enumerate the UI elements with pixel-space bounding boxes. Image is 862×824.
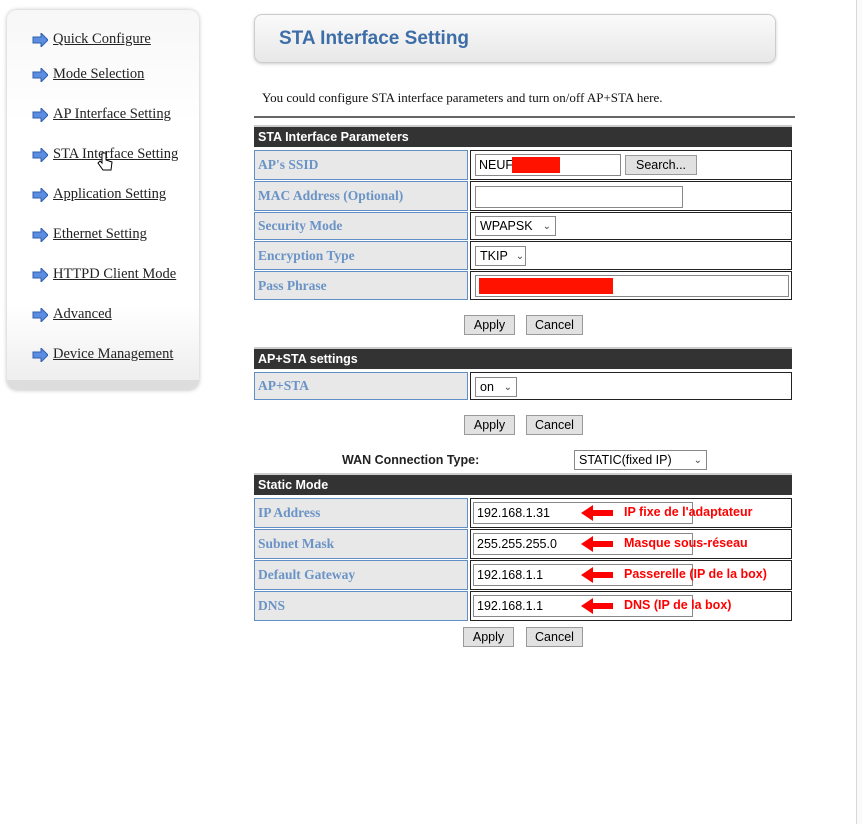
scrollbar[interactable] xyxy=(856,0,862,824)
sidebar-item-label: Ethernet Setting xyxy=(53,226,147,242)
ssid-input[interactable]: NEUF_ xyxy=(475,154,621,176)
encryption-type-value: TKIP xyxy=(480,249,508,263)
static-row-cell: 255.255.255.0 Masque sous-réseau xyxy=(470,529,792,559)
arrow-right-icon xyxy=(32,147,48,162)
security-mode-label: Security Mode xyxy=(254,212,468,240)
mac-input[interactable] xyxy=(475,186,683,208)
static-row-label: Default Gateway xyxy=(254,560,468,590)
red-arrow-icon xyxy=(581,536,613,552)
security-mode-cell: WPAPSK ⌄ xyxy=(470,212,792,240)
divider xyxy=(254,116,795,118)
pass-phrase-cell xyxy=(470,271,792,300)
encryption-type-cell: TKIP ⌄ xyxy=(470,241,792,270)
pass-phrase-label: Pass Phrase xyxy=(254,271,468,300)
security-mode-value: WPAPSK xyxy=(480,219,533,233)
sidebar-item-device-management[interactable]: Device Management xyxy=(32,346,173,363)
sidebar-item-label: Device Management xyxy=(53,346,174,362)
static-row-label: DNS xyxy=(254,591,468,621)
sidebar-item-label: Mode Selection xyxy=(53,66,145,82)
chevron-down-icon: ⌄ xyxy=(542,220,551,232)
annotation: DNS (IP de la box) xyxy=(624,598,732,612)
search-button[interactable]: Search... xyxy=(625,155,697,175)
page-title: STA Interface Setting xyxy=(279,28,470,49)
mac-cell xyxy=(470,181,792,211)
sidebar-item-application-setting[interactable]: Application Setting xyxy=(32,186,166,203)
arrow-right-icon xyxy=(32,187,48,202)
static-apply-button[interactable]: Apply xyxy=(463,627,514,647)
ssid-label: AP's SSID xyxy=(254,150,468,180)
apsta-cancel-button[interactable]: Cancel xyxy=(526,415,583,435)
wan-connection-type-label: WAN Connection Type: xyxy=(342,453,480,467)
arrow-right-icon xyxy=(32,107,48,122)
page-description: You could configure STA interface parame… xyxy=(262,90,663,105)
apsta-apply-button[interactable]: Apply xyxy=(464,415,515,435)
static-cancel-button[interactable]: Cancel xyxy=(526,627,583,647)
static-row-label: IP Address xyxy=(254,498,468,528)
apsta-label: AP+STA xyxy=(254,372,468,400)
encryption-type-select[interactable]: TKIP ⌄ xyxy=(475,246,526,266)
annotation: Passerelle (IP de la box) xyxy=(624,567,767,581)
static-row-label: Subnet Mask xyxy=(254,529,468,559)
sidebar-item-ap-interface-setting[interactable]: AP Interface Setting xyxy=(32,106,171,123)
apsta-value: on xyxy=(480,380,494,394)
encryption-type-label: Encryption Type xyxy=(254,241,468,270)
sta-params-header: STA Interface Parameters xyxy=(254,125,792,147)
arrow-right-icon xyxy=(32,32,48,47)
sta-apply-button[interactable]: Apply xyxy=(464,315,515,335)
sidebar-item-mode-selection[interactable]: Mode Selection xyxy=(32,66,144,83)
red-arrow-icon xyxy=(581,505,613,521)
arrow-right-icon xyxy=(32,227,48,242)
arrow-right-icon xyxy=(32,307,48,322)
sidebar-item-label: HTTPD Client Mode xyxy=(53,266,177,282)
apsta-header: AP+STA settings xyxy=(254,347,792,369)
sidebar-item-advanced[interactable]: Advanced xyxy=(32,306,112,323)
apsta-cell: on ⌄ xyxy=(470,372,792,400)
pass-phrase-input[interactable] xyxy=(475,275,789,297)
arrow-right-icon xyxy=(32,347,48,362)
title-panel: STA Interface Setting xyxy=(254,14,776,63)
static-mode-header: Static Mode xyxy=(254,473,792,495)
chevron-down-icon: ⌄ xyxy=(515,250,525,262)
static-row-cell: 192.168.1.1 DNS (IP de la box) xyxy=(470,591,792,621)
redaction xyxy=(479,278,613,294)
wan-connection-type-select[interactable]: STATIC(fixed IP) ⌄ xyxy=(574,450,707,470)
annotation: IP fixe de l'adaptateur xyxy=(624,505,753,519)
ssid-cell: NEUF_ Search... xyxy=(470,150,792,180)
red-arrow-icon xyxy=(581,598,613,614)
security-mode-select[interactable]: WPAPSK ⌄ xyxy=(475,216,556,236)
sidebar-item-httpd-client-mode[interactable]: HTTPD Client Mode xyxy=(32,266,176,283)
wan-connection-type-value: STATIC(fixed IP) xyxy=(579,453,672,467)
arrow-right-icon xyxy=(32,267,48,282)
annotation: Masque sous-réseau xyxy=(624,536,748,550)
sidebar-item-label: Application Setting xyxy=(53,186,167,202)
sta-cancel-button[interactable]: Cancel xyxy=(526,315,583,335)
sidebar-item-quick-configure[interactable]: Quick Configure xyxy=(32,31,151,48)
static-row-cell: 192.168.1.31 IP fixe de l'adaptateur xyxy=(470,498,792,528)
chevron-down-icon: ⌄ xyxy=(503,381,512,393)
mac-label: MAC Address (Optional) xyxy=(254,181,468,211)
sidebar-item-label: Advanced xyxy=(53,306,112,322)
static-row-cell: 192.168.1.1 Passerelle (IP de la box) xyxy=(470,560,792,590)
hand-cursor-icon xyxy=(97,152,113,177)
sidebar-item-label: AP Interface Setting xyxy=(53,106,171,122)
arrow-right-icon xyxy=(32,67,48,82)
apsta-select[interactable]: on ⌄ xyxy=(475,377,517,397)
chevron-down-icon: ⌄ xyxy=(693,454,702,466)
sidebar-item-label: STA Interface Setting xyxy=(53,146,179,162)
sidebar-item-ethernet-setting[interactable]: Ethernet Setting xyxy=(32,226,147,243)
sidebar-item-label: Quick Configure xyxy=(53,31,151,47)
red-arrow-icon xyxy=(581,567,613,583)
redaction xyxy=(512,157,560,173)
